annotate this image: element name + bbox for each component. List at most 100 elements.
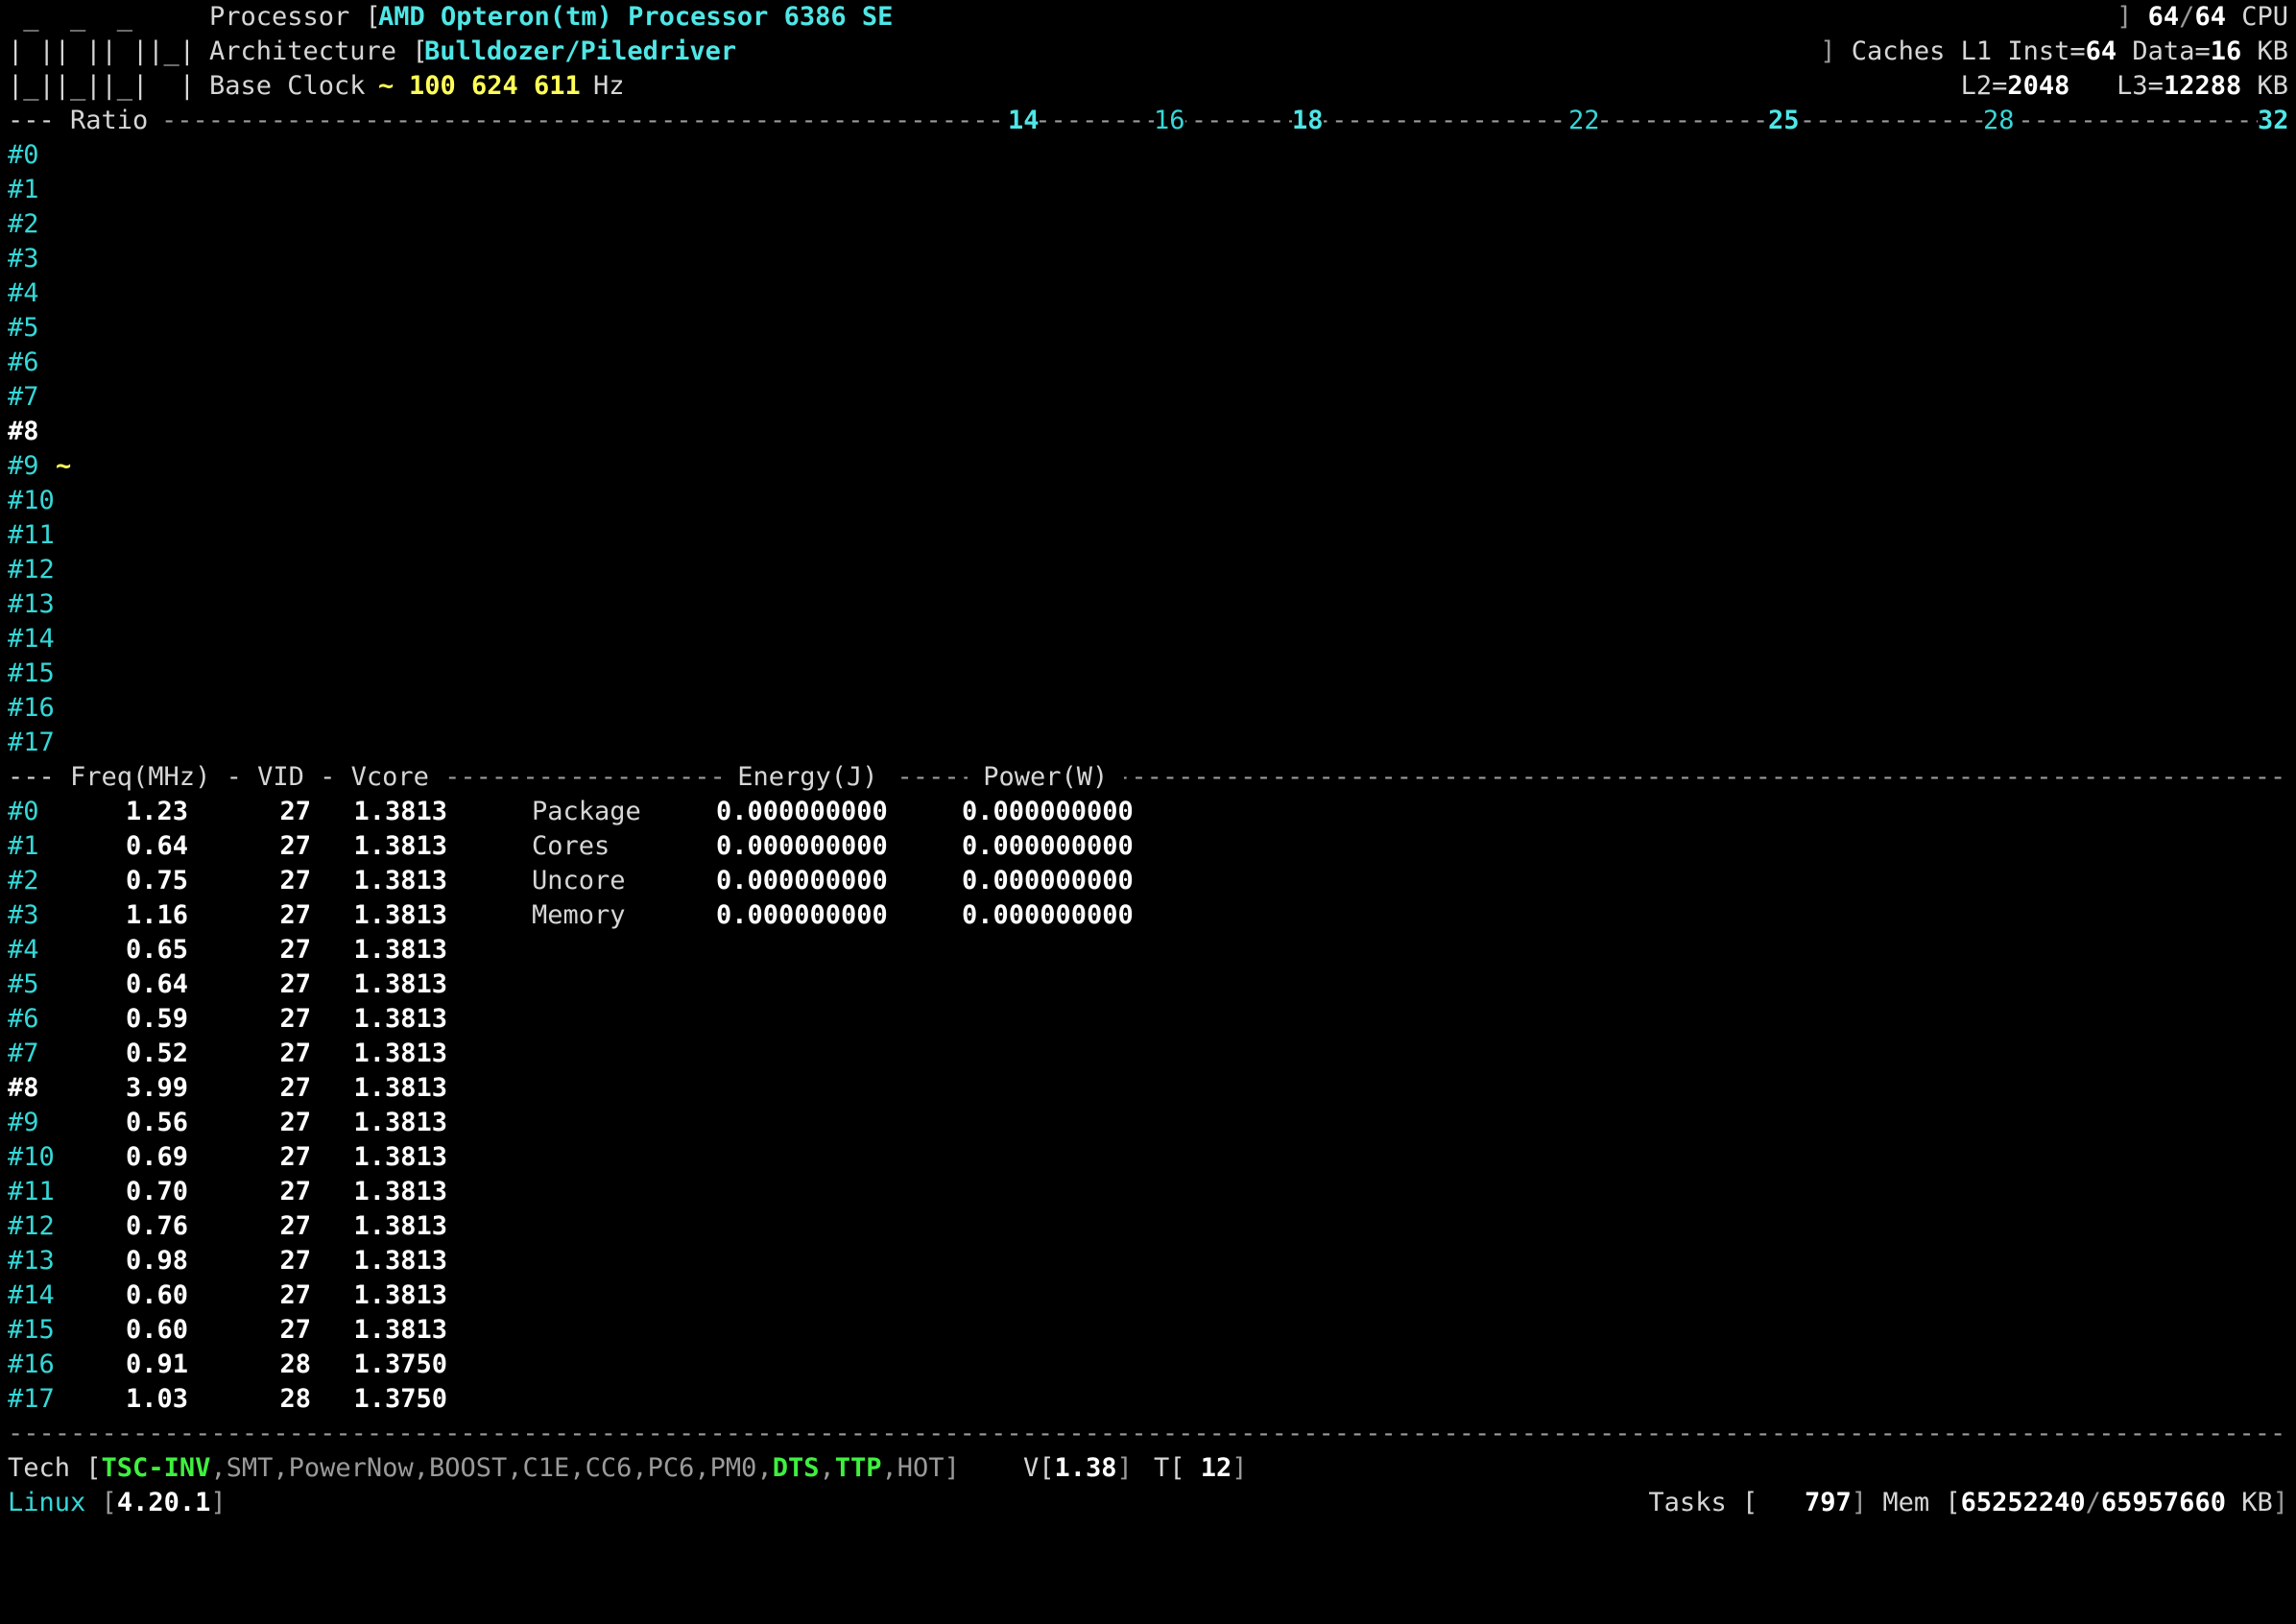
core-vcore: 1.3813 <box>353 866 447 896</box>
ratio-core-id: #17 <box>8 728 55 757</box>
core-frequency: 0.98 <box>125 1246 188 1276</box>
core-vcore: 1.3813 <box>353 831 447 861</box>
core-frequency: 0.59 <box>125 1004 188 1034</box>
tech-flag: DTS <box>772 1453 820 1483</box>
ratio-core-row: #11 <box>8 518 2288 553</box>
power-domain-power: 0.000000000 <box>962 797 1134 826</box>
core-row: #10 0.69 27 1.3813 <box>8 1140 2288 1175</box>
core-frequency: 0.69 <box>125 1142 188 1172</box>
core-frequency: 0.91 <box>125 1349 188 1379</box>
ratio-core-row: #8 <box>8 415 2288 449</box>
logo-line-1: _ _ _ <box>8 2 133 32</box>
ratio-tick-16: 16 <box>1154 104 1185 138</box>
core-id: #14 <box>8 1280 55 1310</box>
core-vcore: 1.3813 <box>353 900 447 930</box>
kernel-info: Linux [4.20.1] <box>8 1488 227 1517</box>
core-id: #10 <box>8 1142 55 1172</box>
core-vid: 27 <box>279 1280 311 1310</box>
ratio-core-row: #17 <box>8 726 2288 760</box>
base-clock-value: 100 624 611 <box>409 71 581 101</box>
tech-flag: TSC-INV <box>101 1453 211 1483</box>
core-vcore: 1.3813 <box>353 1280 447 1310</box>
core-row: #6 0.59 27 1.3813 <box>8 1002 2288 1037</box>
ratio-core-row: #7 <box>8 380 2288 415</box>
ratio-core-row: #5 <box>8 311 2288 346</box>
tech-flag-separator: , <box>413 1453 429 1483</box>
core-vcore: 1.3813 <box>353 1211 447 1241</box>
power-domain-power: 0.000000000 <box>962 900 1134 930</box>
ratio-core-row: #15 <box>8 657 2288 691</box>
separator-dashes: ----------------------------------------… <box>8 1419 2288 1448</box>
ratio-core-id: #13 <box>8 589 55 619</box>
core-vcore: 1.3750 <box>353 1349 447 1379</box>
core-vid: 27 <box>279 1073 311 1103</box>
tech-flag-separator: , <box>210 1453 227 1483</box>
logo-line-2: | || || ||_| <box>8 36 196 66</box>
ratio-tick-18: 18 <box>1292 104 1324 138</box>
core-id: #8 <box>8 1073 39 1103</box>
architecture-name: Bulldozer/Piledriver <box>424 36 737 66</box>
tech-flag: PM0 <box>709 1453 757 1483</box>
core-frequency: 1.23 <box>125 797 188 826</box>
power-domain-name: Cores <box>532 831 610 861</box>
core-vcore: 1.3813 <box>353 1246 447 1276</box>
tech-line: Tech [TSC-INV,SMT,PowerNow,BOOST,C1E,CC6… <box>8 1451 2288 1486</box>
core-vcore: 1.3750 <box>353 1384 447 1414</box>
ratio-core-id: #14 <box>8 624 55 654</box>
core-frequency: 0.60 <box>125 1280 188 1310</box>
core-row: #5 0.64 27 1.3813 <box>8 967 2288 1002</box>
tech-flag: TTP <box>834 1453 882 1483</box>
core-id: #13 <box>8 1246 55 1276</box>
logo-line-3: |_||_||_| | <box>8 71 196 101</box>
core-vid: 27 <box>279 1039 311 1068</box>
tech-flag-separator: , <box>819 1453 835 1483</box>
core-vcore: 1.3813 <box>353 1004 447 1034</box>
core-row: #15 0.60 27 1.3813 <box>8 1313 2288 1348</box>
architecture-label: Architecture [ <box>209 36 428 66</box>
tech-flag: PC6 <box>647 1453 695 1483</box>
system-line: Linux [4.20.1] Tasks [ 797] Mem [6525224… <box>8 1486 2288 1520</box>
voltage-readout: V[1.38] <box>1023 1453 1133 1483</box>
core-frequency: 0.56 <box>125 1108 188 1137</box>
hz-label: Hz <box>593 71 625 101</box>
ratio-core-row: #3 <box>8 242 2288 276</box>
core-frequency: 0.64 <box>125 831 188 861</box>
base-clock-tilde: ~ <box>378 71 395 101</box>
tasks-mem-info: Tasks [ 797] Mem [65252240/65957660 KB] <box>1648 1488 2288 1517</box>
ratio-core-id: #4 <box>8 278 39 308</box>
core-row: #4 0.65 27 1.3813 <box>8 933 2288 967</box>
core-vid: 27 <box>279 969 311 999</box>
power-domain-energy: 0.000000000 <box>716 831 888 861</box>
caches-l1: ] Caches L1 Inst=64 Data=16 KB <box>1820 36 2288 66</box>
ratio-tick-22: 22 <box>1568 104 1600 138</box>
ratio-bar: --- Ratio ------------------------------… <box>8 104 2289 138</box>
ratio-core-id: #5 <box>8 313 39 343</box>
ratio-core-id: #12 <box>8 555 55 585</box>
ratio-core-row: #9 ~ <box>8 449 2288 484</box>
core-row: #13 0.98 27 1.3813 <box>8 1244 2288 1278</box>
core-row: #0 1.23 27 1.3813 <box>8 795 2288 829</box>
freq-header: ----------------------------------------… <box>8 760 2288 795</box>
tech-flag-separator: , <box>507 1453 523 1483</box>
tech-flag: CC6 <box>585 1453 633 1483</box>
ratio-tick-32: 32 <box>2258 104 2289 138</box>
core-id: #6 <box>8 1004 39 1034</box>
core-vcore: 1.3813 <box>353 935 447 965</box>
ratio-tick-28: 28 <box>1983 104 2015 138</box>
ratio-core-row: #13 <box>8 587 2288 622</box>
ratio-core-row: #4 <box>8 276 2288 311</box>
power-domain-name: Memory <box>532 900 626 930</box>
core-id: #4 <box>8 935 39 965</box>
core-row: #7 0.52 27 1.3813 <box>8 1037 2288 1071</box>
core-vcore: 1.3813 <box>353 1073 447 1103</box>
ratio-core-row: #0 <box>8 138 2288 173</box>
ratio-core-row: #14 <box>8 622 2288 657</box>
tech-flag-separator: , <box>756 1453 773 1483</box>
power-domain-name: Package <box>532 797 641 826</box>
ratio-core-id: #11 <box>8 520 55 550</box>
core-id: #17 <box>8 1384 55 1414</box>
core-row: #8 3.99 27 1.3813 <box>8 1071 2288 1106</box>
core-vid: 28 <box>279 1349 311 1379</box>
power-domain-power: 0.000000000 <box>962 831 1134 861</box>
core-vid: 27 <box>279 1211 311 1241</box>
